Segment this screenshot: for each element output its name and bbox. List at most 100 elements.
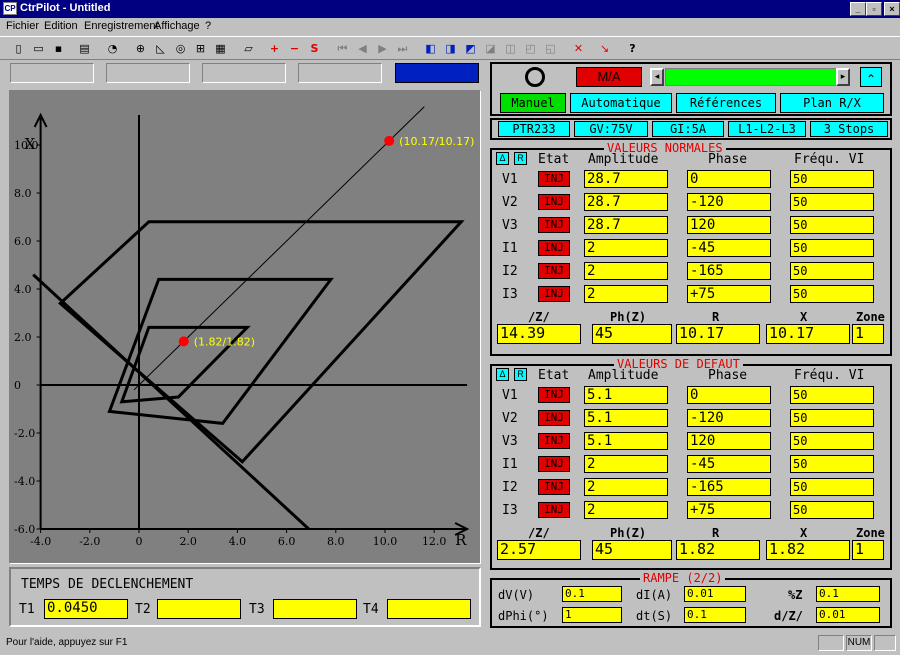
defaut-r-button[interactable]: R (514, 368, 527, 381)
ma-button[interactable]: M/A (576, 67, 642, 87)
dt-field[interactable]: 0.1 (684, 607, 746, 623)
normales-freq-field[interactable]: 50 (790, 216, 874, 234)
minimize-button[interactable]: _ (850, 2, 866, 16)
defaut-freq-field[interactable]: 50 (790, 432, 874, 450)
defaut-etat-toggle[interactable]: INJ (538, 410, 570, 426)
defaut-amp-field[interactable]: 2 (584, 455, 668, 473)
defaut-etat-toggle[interactable]: INJ (538, 456, 570, 472)
normales-etat-toggle[interactable]: INJ (538, 286, 570, 302)
crosshair-icon[interactable]: ⊕ (132, 40, 149, 57)
normales-phase-field[interactable]: -45 (687, 239, 771, 257)
dv-field[interactable]: 0.1 (562, 586, 622, 602)
normales-freq-field[interactable]: 50 (790, 239, 874, 257)
s-icon[interactable]: S (306, 40, 323, 57)
print-icon[interactable]: ▤ (76, 40, 93, 57)
scroll-right-button[interactable]: ▸ (836, 68, 850, 86)
normales-amp-field[interactable]: 2 (584, 239, 668, 257)
help-icon[interactable]: ? (624, 40, 641, 57)
prev-icon[interactable]: ◀ (354, 40, 371, 57)
maximize-button[interactable]: ▫ (866, 2, 882, 16)
normales-freq-field[interactable]: 50 (790, 193, 874, 211)
defaut-phase-field[interactable]: -120 (687, 409, 771, 427)
normales-phase-field[interactable]: 120 (687, 216, 771, 234)
level-slider[interactable] (665, 68, 837, 86)
seq5-icon[interactable]: ◫ (502, 40, 519, 57)
normales-r-button[interactable]: R (514, 152, 527, 165)
tab-plan-rx[interactable]: Plan R/X (780, 93, 884, 113)
equipment-button[interactable]: PTR233 (498, 121, 570, 137)
defaut-etat-toggle[interactable]: INJ (538, 479, 570, 495)
normales-amp-field[interactable]: 2 (584, 262, 668, 280)
dz-field[interactable]: 0.01 (816, 607, 880, 623)
play-icon[interactable]: ▶ (374, 40, 391, 57)
cancel-icon[interactable]: ✕ (570, 40, 587, 57)
open-folder-icon[interactable]: ▭ (30, 40, 47, 57)
normales-freq-field[interactable]: 50 (790, 285, 874, 303)
save-icon[interactable]: ▪ (50, 40, 67, 57)
normales-delta-button[interactable]: Δ (496, 152, 509, 165)
t1-field[interactable]: 0.0450 (44, 599, 128, 619)
defaut-phase-field[interactable]: -45 (687, 455, 771, 473)
defaut-phase-field[interactable]: 120 (687, 432, 771, 450)
normales-etat-toggle[interactable]: INJ (538, 240, 570, 256)
tab-automatique[interactable]: Automatique (570, 93, 672, 113)
clock-icon[interactable]: ◔ (104, 40, 121, 57)
plus-icon[interactable]: + (266, 40, 283, 57)
circle-zone-icon[interactable]: ◎ (172, 40, 189, 57)
defaut-etat-toggle[interactable]: INJ (538, 433, 570, 449)
last-icon[interactable]: ⏭ (394, 40, 411, 57)
defaut-freq-field[interactable]: 50 (790, 409, 874, 427)
menu-enregistrement[interactable]: Enregistrement (84, 20, 159, 32)
rx-plot-panel[interactable]: -4.0 -2.0 0 2.0 4.0 6.0 8.0 10.0 12.0 10.0 8.0 6.0 4… (9, 90, 481, 564)
defaut-phase-field[interactable]: +75 (687, 501, 771, 519)
defaut-amp-field[interactable]: 2 (584, 501, 668, 519)
normales-amp-field[interactable]: 28.7 (584, 216, 668, 234)
normales-phase-field[interactable]: 0 (687, 170, 771, 188)
seq2-icon[interactable]: ◨ (442, 40, 459, 57)
menu-edition[interactable]: Edition (44, 20, 78, 32)
defaut-amp-field[interactable]: 5.1 (584, 432, 668, 450)
stops-button[interactable]: 3 Stops (810, 121, 888, 137)
zone-icon[interactable]: ◺ (152, 40, 169, 57)
minus-icon[interactable]: − (286, 40, 303, 57)
phases-button[interactable]: L1-L2-L3 (728, 121, 806, 137)
normales-etat-toggle[interactable]: INJ (538, 171, 570, 187)
menu-affichage[interactable]: Affichage (154, 20, 200, 32)
new-file-icon[interactable]: ▯ (10, 40, 27, 57)
rx-plot[interactable]: -4.0 -2.0 0 2.0 4.0 6.0 8.0 10.0 12.010.08.06.04… (10, 91, 480, 563)
normales-amp-field[interactable]: 28.7 (584, 170, 668, 188)
report-icon[interactable]: ▱ (240, 40, 257, 57)
gv-button[interactable]: GV:75V (574, 121, 648, 137)
seq7-icon[interactable]: ◱ (542, 40, 559, 57)
seq-icon[interactable]: ◧ (422, 40, 439, 57)
menu-fichier[interactable]: Fichier (6, 20, 39, 32)
menu-help[interactable]: ? (205, 20, 211, 32)
dphi-field[interactable]: 1 (562, 607, 622, 623)
normales-amp-field[interactable]: 28.7 (584, 193, 668, 211)
defaut-phase-field[interactable]: 0 (687, 386, 771, 404)
normales-freq-field[interactable]: 50 (790, 170, 874, 188)
normales-etat-toggle[interactable]: INJ (538, 263, 570, 279)
defaut-etat-toggle[interactable]: INJ (538, 502, 570, 518)
normales-freq-field[interactable]: 50 (790, 262, 874, 280)
gi-button[interactable]: GI:5A (652, 121, 724, 137)
t4-field[interactable] (387, 599, 471, 619)
normales-phase-field[interactable]: -120 (687, 193, 771, 211)
normales-phase-field[interactable]: +75 (687, 285, 771, 303)
defaut-etat-toggle[interactable]: INJ (538, 387, 570, 403)
tab-references[interactable]: Références (676, 93, 776, 113)
defaut-freq-field[interactable]: 50 (790, 386, 874, 404)
scroll-left-button[interactable]: ◂ (650, 68, 664, 86)
defaut-amp-field[interactable]: 5.1 (584, 409, 668, 427)
defaut-freq-field[interactable]: 50 (790, 478, 874, 496)
collapse-up-button[interactable]: ⌃ (860, 67, 882, 87)
defaut-delta-button[interactable]: Δ (496, 368, 509, 381)
normales-phase-field[interactable]: -165 (687, 262, 771, 280)
defaut-amp-field[interactable]: 5.1 (584, 386, 668, 404)
seq6-icon[interactable]: ◰ (522, 40, 539, 57)
pz-field[interactable]: 0.1 (816, 586, 880, 602)
pointer-icon[interactable]: ↘ (596, 40, 613, 57)
t2-field[interactable] (157, 599, 241, 619)
seq4-icon[interactable]: ◪ (482, 40, 499, 57)
defaut-freq-field[interactable]: 50 (790, 501, 874, 519)
